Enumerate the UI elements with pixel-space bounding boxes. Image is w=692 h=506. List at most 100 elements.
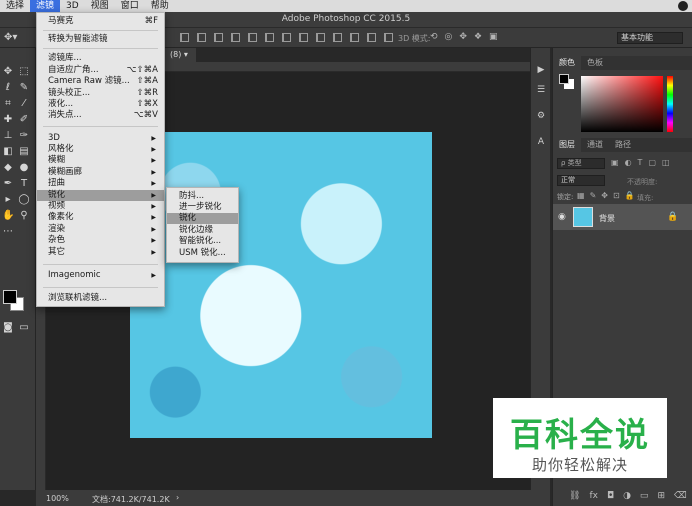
menu-help[interactable]: 帮助 <box>145 0 175 12</box>
type-icon[interactable]: T <box>18 178 30 190</box>
pen-icon[interactable]: ✒ <box>2 178 14 190</box>
adjustment-filter-icon[interactable]: ◐ <box>625 158 632 167</box>
align-top-icon[interactable] <box>180 33 189 42</box>
shape-filter-icon[interactable]: ▢ <box>648 158 656 167</box>
blend-mode-select[interactable]: 正常 <box>557 175 605 186</box>
distribute-bottom-icon[interactable] <box>265 33 274 42</box>
link-icon[interactable]: ⛓ <box>569 491 580 501</box>
adjustment-icon[interactable]: ◑ <box>623 491 631 501</box>
submenu-item-sharpen[interactable]: 锐化 <box>167 213 238 224</box>
canvas-image[interactable] <box>130 132 432 438</box>
eye-icon[interactable]: ◉ <box>558 212 566 222</box>
menu-item-pixelate[interactable]: 像素化 ▶ <box>37 212 164 223</box>
panel-foreground-swatch[interactable] <box>559 74 569 84</box>
orbit-icon[interactable]: ⟲ <box>430 32 438 42</box>
menu-item-vanishing-point[interactable]: 消失点... ⌥⌘V <box>37 110 164 121</box>
menu-item-video[interactable]: 视频 ▶ <box>37 201 164 212</box>
trash-icon[interactable]: ⌫ <box>674 491 687 501</box>
submenu-item-unsharp-mask[interactable]: USM 锐化... <box>167 248 238 259</box>
layer-filter-select[interactable]: ρ 类型 <box>557 158 605 169</box>
menu-item-blur[interactable]: 模糊 ▶ <box>37 155 164 166</box>
menu-item-3d[interactable]: 3D ▶ <box>37 133 164 144</box>
menu-item-stylize[interactable]: 风格化 ▶ <box>37 144 164 155</box>
distribute-center-icon[interactable] <box>350 33 359 42</box>
document-tab[interactable]: (8) ▾ <box>162 48 196 62</box>
menu-item-liquify[interactable]: 液化... ⇧⌘X <box>37 99 164 110</box>
distribute-right-icon[interactable] <box>367 33 376 42</box>
menu-filter[interactable]: 滤镜 <box>30 0 61 12</box>
gradient-icon[interactable]: ▤ <box>18 146 30 158</box>
distribute-top-icon[interactable] <box>231 33 240 42</box>
submenu-item-sharpen-more[interactable]: 进一步锐化 <box>167 202 238 213</box>
hand-icon[interactable]: ✋ <box>2 210 14 222</box>
layer-name[interactable]: 背景 <box>599 213 615 224</box>
folder-icon[interactable]: ▭ <box>640 491 649 501</box>
tab-channels[interactable]: 通道 <box>581 138 609 152</box>
eraser-icon[interactable]: ◧ <box>2 146 14 158</box>
menu-item-blur-gallery[interactable]: 模糊画廊 ▶ <box>37 167 164 178</box>
menu-item-other[interactable]: 其它 ▶ <box>37 247 164 258</box>
menu-item-adaptive-wide-angle[interactable]: 自适应广角... ⌥⇧⌘A <box>37 65 164 76</box>
brush-icon[interactable]: ✐ <box>18 114 30 126</box>
healing-icon[interactable]: ✚ <box>2 114 14 126</box>
dodge-icon[interactable]: ● <box>18 162 30 174</box>
color-picker-field[interactable] <box>581 76 663 132</box>
history-icon[interactable]: ▶ <box>535 64 547 76</box>
menu-window[interactable]: 窗口 <box>115 0 145 12</box>
character-icon[interactable]: A <box>535 136 547 148</box>
shape-icon[interactable]: ◯ <box>18 194 30 206</box>
align-bottom-icon[interactable] <box>214 33 223 42</box>
menu-item-filter-gallery[interactable]: 滤镜库... <box>37 53 164 64</box>
align-right-icon[interactable] <box>316 33 325 42</box>
tab-swatches[interactable]: 色板 <box>581 56 609 70</box>
lasso-icon[interactable]: ℓ <box>2 82 14 94</box>
lock-artboard-icon[interactable]: ⊡ <box>613 191 620 200</box>
zoom-level[interactable]: 100% <box>46 494 69 503</box>
type-filter-icon[interactable]: T <box>638 158 643 167</box>
lock-all-icon[interactable]: 🔒 <box>625 191 635 200</box>
roll-icon[interactable]: ◎ <box>445 32 453 42</box>
align-middle-icon[interactable] <box>197 33 206 42</box>
smart-filter-icon[interactable]: ◫ <box>662 158 670 167</box>
quick-mask-icon[interactable]: ◙ <box>2 322 14 334</box>
auto-align-icon[interactable] <box>384 33 393 42</box>
menu-item-imagenomic[interactable]: Imagenomic ▶ <box>37 270 164 281</box>
menu-3d[interactable]: 3D <box>60 0 85 12</box>
hue-slider[interactable] <box>667 76 673 132</box>
chevron-right-icon[interactable]: › <box>176 493 179 502</box>
menu-item-noise[interactable]: 杂色 ▶ <box>37 235 164 246</box>
adjustments-icon[interactable]: ☰ <box>535 84 547 96</box>
move-icon[interactable]: ✥ <box>2 66 14 78</box>
close-icon[interactable]: ▾ <box>184 50 188 59</box>
slide-icon[interactable]: ❖ <box>474 32 482 42</box>
fx-icon[interactable]: fx <box>589 491 598 501</box>
menu-select[interactable]: 选择 <box>0 0 30 12</box>
pan-icon[interactable]: ✥ <box>459 32 467 42</box>
lock-paint-icon[interactable]: ✎ <box>590 191 597 200</box>
more-tools-icon[interactable]: ⋯ <box>2 226 14 238</box>
move-tool-icon[interactable]: ✥▾ <box>4 32 17 43</box>
submenu-item-smart-sharpen[interactable]: 智能锐化... <box>167 236 238 247</box>
menu-item-sharpen[interactable]: 锐化 ▶ <box>37 190 164 201</box>
tab-paths[interactable]: 路径 <box>609 138 637 152</box>
align-left-icon[interactable] <box>282 33 291 42</box>
image-filter-icon[interactable]: ▣ <box>611 158 619 167</box>
zoom-icon[interactable]: ⚲ <box>18 210 30 222</box>
tab-color[interactable]: 颜色 <box>553 56 581 70</box>
history-brush-icon[interactable]: ✑ <box>18 130 30 142</box>
menu-item-convert-smart-filter[interactable]: 转换为智能滤镜 <box>37 34 164 45</box>
menu-item-distort[interactable]: 扭曲 ▶ <box>37 178 164 189</box>
blur-icon[interactable]: ◆ <box>2 162 14 174</box>
layer-row[interactable]: ◉ 背景 🔒 <box>553 204 692 230</box>
submenu-item-shake-reduction[interactable]: 防抖... <box>167 191 238 202</box>
menu-item-lens-correction[interactable]: 镜头校正... ⇧⌘R <box>37 88 164 99</box>
new-layer-icon[interactable]: ⊞ <box>657 491 665 501</box>
properties-icon[interactable]: ⚙ <box>535 110 547 122</box>
menu-item-camera-raw[interactable]: Camera Raw 滤镜... ⇧⌘A <box>37 76 164 87</box>
eyedropper-icon[interactable]: ⁄ <box>18 98 30 110</box>
quick-select-icon[interactable]: ✎ <box>18 82 30 94</box>
distribute-left-icon[interactable] <box>333 33 342 42</box>
align-center-icon[interactable] <box>299 33 308 42</box>
lock-pixels-icon[interactable]: ▦ <box>577 191 585 200</box>
foreground-color-swatch[interactable] <box>3 290 17 304</box>
